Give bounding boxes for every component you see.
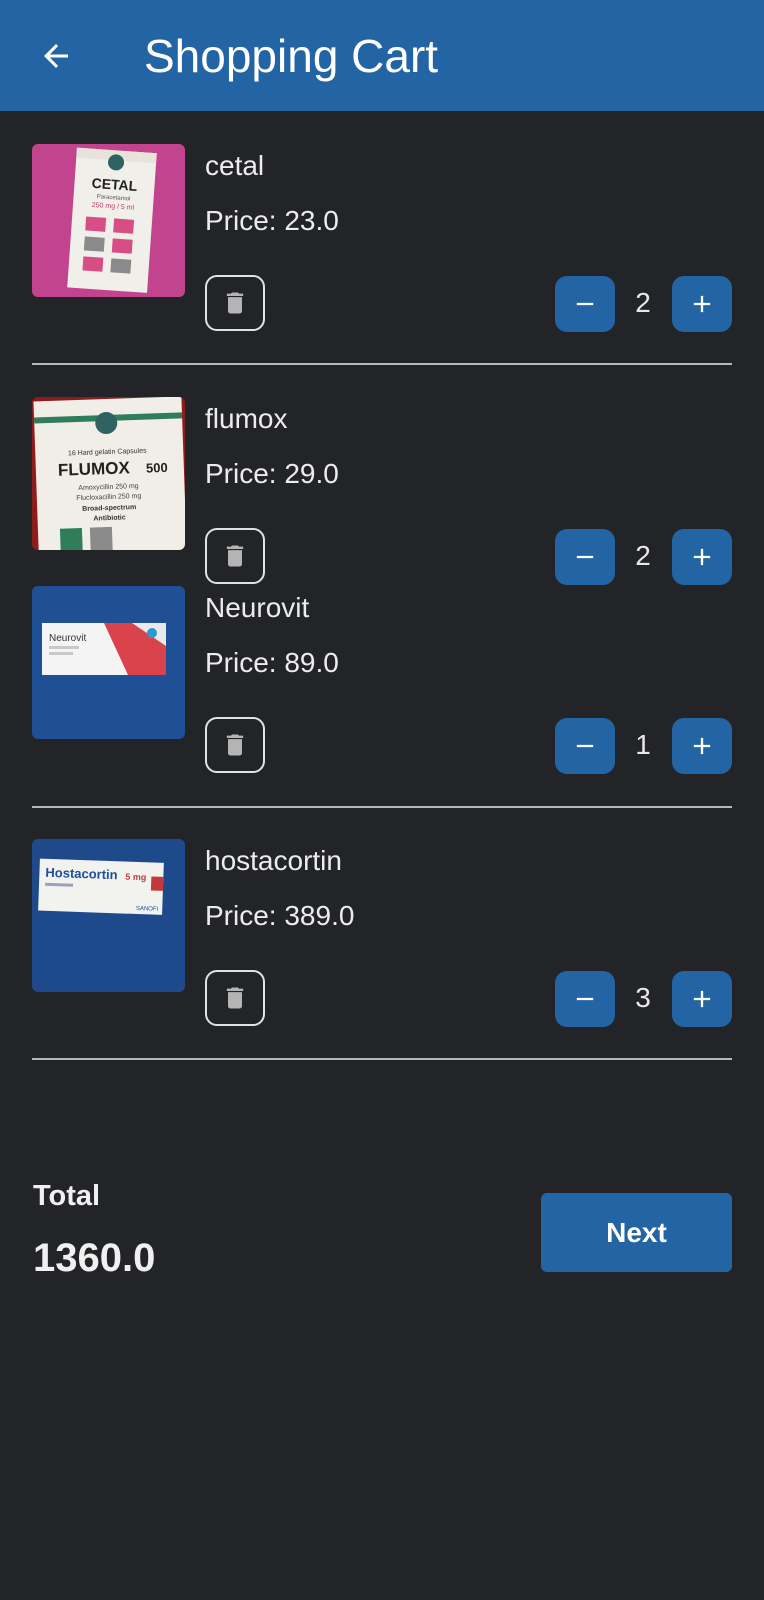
increase-quantity-button[interactable] [672, 718, 732, 774]
product-image: Hostacortin 5 mg SANOFI [32, 839, 185, 992]
product-name: cetal [205, 150, 265, 181]
minus-icon [576, 302, 594, 306]
quantity-value: 1 [635, 729, 651, 760]
quantity-value: 2 [635, 540, 651, 571]
trash-icon [226, 987, 244, 1009]
svg-text:Antibiotic: Antibiotic [93, 514, 126, 522]
svg-text:5 mg: 5 mg [125, 872, 146, 883]
product-image: CETAL Paracetamol 250 mg / 5 ml [32, 144, 185, 297]
product-price: Price: 89.0 [205, 647, 339, 678]
product-price: Price: 389.0 [205, 900, 355, 931]
decrease-quantity-button[interactable] [555, 718, 615, 774]
product-name: hostacortin [205, 845, 342, 876]
quantity-value: 2 [635, 287, 651, 318]
total-value: 1360.0 [33, 1236, 156, 1280]
plus-icon [693, 990, 711, 1008]
svg-text:SANOFI: SANOFI [136, 906, 159, 913]
next-button[interactable]: Next [541, 1193, 732, 1272]
divider [32, 806, 732, 808]
page-title: Shopping Cart [144, 30, 439, 82]
plus-icon [693, 295, 711, 313]
increase-quantity-button[interactable] [672, 276, 732, 332]
delete-button[interactable] [205, 275, 265, 331]
plus-icon [693, 737, 711, 755]
app-bar: Shopping Cart [0, 0, 764, 111]
product-image: Neurovit [32, 586, 185, 739]
trash-icon [226, 292, 244, 314]
svg-text:FLUMOX: FLUMOX [58, 458, 131, 480]
minus-icon [576, 555, 594, 559]
svg-text:Hostacortin: Hostacortin [45, 865, 118, 883]
trash-icon [226, 734, 244, 756]
svg-text:Neurovit: Neurovit [49, 633, 86, 644]
decrease-quantity-button[interactable] [555, 971, 615, 1027]
total-label: Total [33, 1180, 101, 1212]
increase-quantity-button[interactable] [672, 529, 732, 585]
delete-button[interactable] [205, 970, 265, 1026]
svg-text:CETAL: CETAL [91, 175, 138, 194]
product-name: flumox [205, 403, 288, 434]
divider [32, 1058, 732, 1060]
increase-quantity-button[interactable] [672, 971, 732, 1027]
quantity-value: 3 [635, 982, 651, 1013]
delete-button[interactable] [205, 528, 265, 584]
svg-text:500: 500 [146, 460, 168, 476]
arrow-left-icon [44, 44, 68, 68]
decrease-quantity-button[interactable] [555, 276, 615, 332]
product-image: 16 Hard gelatin Capsules FLUMOX 500 Amox… [32, 397, 185, 550]
product-price: Price: 29.0 [205, 458, 339, 489]
back-button[interactable] [30, 30, 82, 82]
minus-icon [576, 744, 594, 748]
decrease-quantity-button[interactable] [555, 529, 615, 585]
product-price: Price: 23.0 [205, 205, 339, 236]
divider [32, 363, 732, 365]
minus-icon [576, 997, 594, 1001]
delete-button[interactable] [205, 717, 265, 773]
product-name: Neurovit [205, 592, 310, 623]
plus-icon [693, 548, 711, 566]
trash-icon [226, 545, 244, 567]
